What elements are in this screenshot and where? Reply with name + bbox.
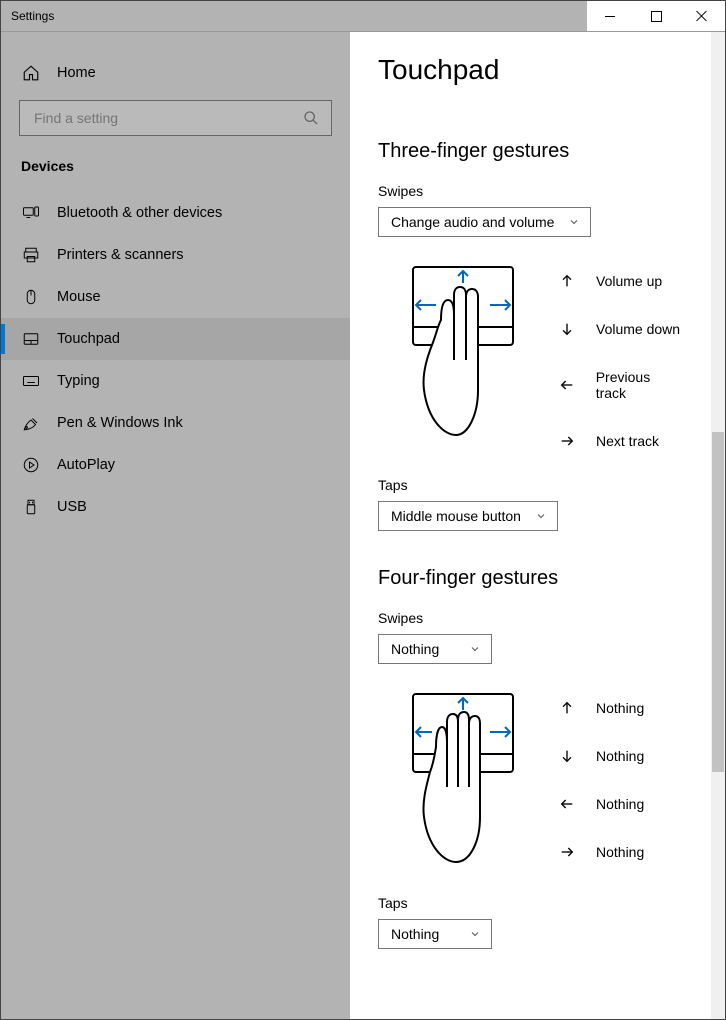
sidebar-item-label: USB (57, 499, 87, 515)
minimize-button[interactable] (587, 1, 633, 31)
legend-label: Volume up (596, 273, 662, 289)
combo-value: Middle mouse button (391, 508, 521, 524)
combo-value: Change audio and volume (391, 214, 554, 230)
legend-label: Previous track (596, 369, 683, 401)
window-title: Settings (1, 9, 54, 23)
four-finger-illustration (408, 692, 518, 867)
combo-value: Nothing (391, 926, 439, 942)
sidebar-item-label: AutoPlay (57, 457, 115, 473)
scrollbar[interactable] (711, 32, 725, 1019)
arrow-down-icon (558, 748, 576, 764)
legend-label: Nothing (596, 796, 644, 812)
legend-label: Nothing (596, 700, 644, 716)
three-swipes-combo[interactable]: Change audio and volume (378, 207, 591, 237)
legend-right: Next track (558, 433, 683, 449)
sidebar-item-label: Bluetooth & other devices (57, 205, 222, 221)
chevron-down-icon (535, 510, 547, 522)
sidebar-item-pen[interactable]: Pen & Windows Ink (1, 402, 350, 444)
four-finger-heading: Four-finger gestures (378, 567, 683, 590)
sidebar-item-label: Mouse (57, 289, 101, 305)
four-swipes-label: Swipes (378, 610, 683, 626)
sidebar-section-header: Devices (1, 158, 350, 192)
arrow-up-icon (558, 700, 576, 716)
pen-icon (21, 414, 41, 432)
sidebar-item-label: Touchpad (57, 331, 120, 347)
four-taps-label: Taps (378, 895, 683, 911)
four-taps-combo[interactable]: Nothing (378, 919, 492, 949)
legend-label: Next track (596, 433, 659, 449)
arrow-right-icon (558, 844, 576, 860)
three-taps-combo[interactable]: Middle mouse button (378, 501, 558, 531)
home-nav[interactable]: Home (1, 54, 350, 92)
legend-label: Volume down (596, 321, 680, 337)
search-icon (303, 110, 319, 126)
content-pane: Touchpad Three-finger gestures Swipes Ch… (350, 32, 725, 1019)
legend-up: Volume up (558, 273, 683, 289)
scrollbar-thumb[interactable] (712, 432, 724, 772)
search-box[interactable] (19, 100, 332, 136)
sidebar-item-autoplay[interactable]: AutoPlay (1, 444, 350, 486)
legend-left: Nothing (558, 796, 644, 812)
search-input[interactable] (32, 109, 280, 127)
chevron-down-icon (568, 216, 580, 228)
touchpad-icon (21, 330, 41, 348)
maximize-button[interactable] (633, 1, 679, 31)
legend-label: Nothing (596, 844, 644, 860)
sidebar: Home Devices Bluetooth & other devices (1, 32, 350, 1019)
sidebar-item-label: Printers & scanners (57, 247, 184, 263)
three-finger-illustration (408, 265, 518, 440)
sidebar-item-typing[interactable]: Typing (1, 360, 350, 402)
home-icon (21, 64, 41, 82)
arrow-down-icon (558, 321, 576, 337)
legend-down: Nothing (558, 748, 644, 764)
arrow-up-icon (558, 273, 576, 289)
devices-icon (21, 204, 41, 222)
three-finger-heading: Three-finger gestures (378, 140, 683, 163)
chevron-down-icon (469, 928, 481, 940)
mouse-icon (21, 288, 41, 306)
keyboard-icon (21, 372, 41, 390)
sidebar-item-bluetooth[interactable]: Bluetooth & other devices (1, 192, 350, 234)
sidebar-item-mouse[interactable]: Mouse (1, 276, 350, 318)
three-swipes-label: Swipes (378, 183, 683, 199)
sidebar-item-printers[interactable]: Printers & scanners (1, 234, 350, 276)
legend-label: Nothing (596, 748, 644, 764)
legend-right: Nothing (558, 844, 644, 860)
arrow-left-icon (558, 377, 576, 393)
page-title: Touchpad (378, 54, 683, 86)
printer-icon (21, 246, 41, 264)
sidebar-item-label: Typing (57, 373, 100, 389)
autoplay-icon (21, 456, 41, 474)
sidebar-item-usb[interactable]: USB (1, 486, 350, 528)
titlebar: Settings (1, 1, 725, 32)
sidebar-item-label: Pen & Windows Ink (57, 415, 183, 431)
usb-icon (21, 498, 41, 516)
arrow-left-icon (558, 796, 576, 812)
arrow-right-icon (558, 433, 576, 449)
legend-up: Nothing (558, 700, 644, 716)
four-swipes-combo[interactable]: Nothing (378, 634, 492, 664)
sidebar-item-touchpad[interactable]: Touchpad (1, 318, 350, 360)
chevron-down-icon (469, 643, 481, 655)
legend-down: Volume down (558, 321, 683, 337)
combo-value: Nothing (391, 641, 439, 657)
three-taps-label: Taps (378, 477, 683, 493)
close-button[interactable] (679, 1, 725, 31)
legend-left: Previous track (558, 369, 683, 401)
home-label: Home (57, 65, 96, 81)
